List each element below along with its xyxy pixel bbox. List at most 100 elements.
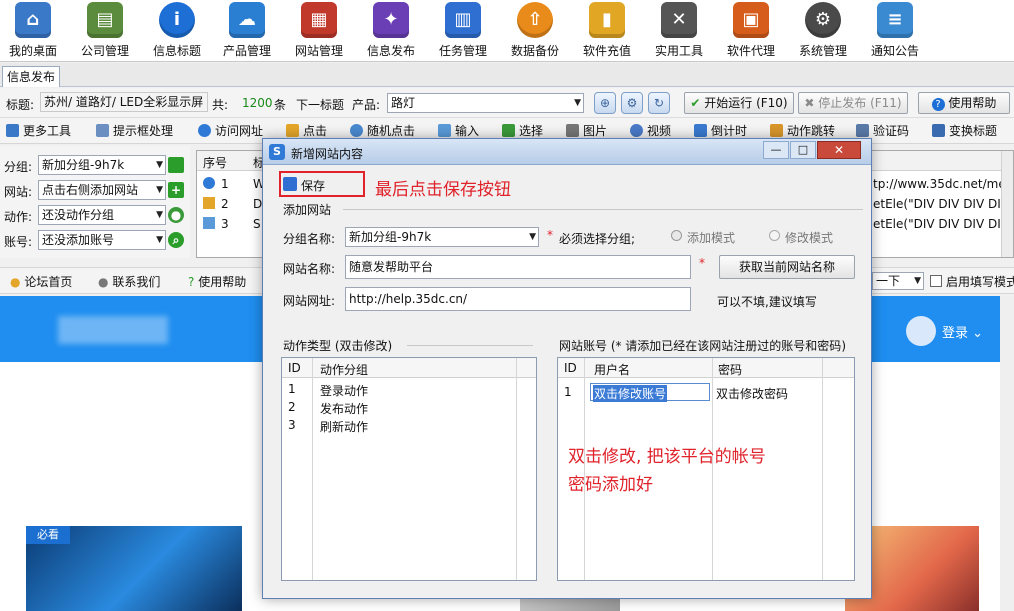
click-button[interactable]: 点击 (286, 122, 327, 139)
info-icon: i (159, 2, 195, 38)
account-legend: 网站账号 (* 请添加已经在该网站注册过的账号和密码) (559, 339, 846, 353)
site-url-input[interactable]: http://help.35dc.cn/ (345, 287, 691, 311)
table-row[interactable]: 3 刷新动作 (282, 416, 536, 434)
table-row[interactable]: 1 登录动作 (282, 380, 536, 398)
fill-mode-checkbox[interactable] (930, 275, 942, 287)
pencil-icon (203, 217, 215, 229)
site-select[interactable]: 点击右侧添加网站 ▼ (38, 180, 166, 200)
toolbar-item-notice[interactable]: ≡ 通知公告 (858, 2, 932, 59)
contact-us-link[interactable]: ● 联系我们 (98, 273, 160, 290)
prompt-handler-button[interactable]: 提示框处理 (96, 122, 173, 139)
hand-icon (203, 197, 215, 209)
fetch-site-name-button[interactable]: 获取当前网站名称 (719, 255, 855, 279)
toolbar-item-desktop[interactable]: ⌂ 我的桌面 (0, 2, 70, 59)
change-title-button[interactable]: 变换标题 (932, 122, 997, 139)
tools-icon: ✕ (661, 2, 697, 38)
stop-publish-label: 停止发布 (F11) (818, 96, 902, 110)
window-icon (96, 124, 109, 137)
chevron-down-icon: ▼ (156, 160, 163, 170)
toolbar-item-recharge[interactable]: ▮ 软件充值 (570, 2, 644, 59)
site-name-input[interactable]: 随意发帮助平台 (345, 255, 691, 279)
search-icon[interactable]: ⌕ (168, 232, 184, 248)
settings-icon[interactable]: ⚙ (621, 92, 643, 114)
visit-url-button[interactable]: 访问网址 (198, 122, 263, 139)
start-run-button[interactable]: ✔ 开始运行 (F10) (684, 92, 794, 114)
action-type-table: ID 动作分组 1 登录动作 2 发布动作 3 刷新动作 (281, 357, 537, 581)
list-scrollbar[interactable] (1001, 151, 1013, 257)
captcha-button[interactable]: 验证码 (856, 122, 909, 139)
contact-icon: ● (98, 275, 109, 289)
cloud-icon: ☁ (229, 2, 265, 38)
add-site-icon[interactable]: + (168, 182, 184, 198)
image-button[interactable]: 图片 (566, 122, 607, 139)
forum-home-link[interactable]: ● 论坛首页 (10, 273, 72, 290)
toolbar-item-system[interactable]: ⚙ 系统管理 (786, 2, 860, 59)
mode-edit-radio[interactable] (769, 230, 780, 241)
next-dropdown[interactable]: 一下 ▼ (872, 272, 924, 290)
app-logo-icon: S (269, 144, 285, 160)
toolbar-item-info-title[interactable]: i 信息标题 (140, 2, 214, 59)
random-click-button[interactable]: 随机点击 (350, 122, 415, 139)
site-logo-blurred (58, 316, 168, 344)
help-link[interactable]: ? 使用帮助 (188, 273, 246, 290)
password-cell[interactable]: 双击修改密码 (716, 385, 788, 402)
tab-info-publish[interactable]: 信息发布 (2, 66, 60, 87)
action-settings-icon[interactable]: ● (168, 207, 184, 223)
close-icon[interactable]: ✕ (817, 141, 861, 159)
minimize-icon[interactable]: — (763, 141, 789, 159)
wrench-icon (6, 124, 19, 137)
toolbar-item-website[interactable]: ▦ 网站管理 (282, 2, 356, 59)
add-icon[interactable]: ⊕ (594, 92, 616, 114)
maximize-icon[interactable]: □ (790, 141, 816, 159)
title-label: 标题: (6, 98, 35, 112)
chevron-down-icon: ▼ (156, 210, 163, 220)
agent-icon: ▣ (733, 2, 769, 38)
site-name-label: 网站名称: (283, 262, 336, 276)
save-hint-annotation: 最后点击保存按钮 (375, 180, 511, 200)
action-jump-button[interactable]: 动作跳转 (770, 122, 835, 139)
folder-icon[interactable] (168, 157, 184, 173)
save-button[interactable]: 保存 (283, 175, 343, 193)
countdown-button[interactable]: 倒计时 (694, 122, 747, 139)
recharge-icon: ▮ (589, 2, 625, 38)
globe-icon (198, 124, 211, 137)
mode-add-label: 添加模式 (687, 231, 736, 245)
site-label: 网站: (4, 185, 33, 199)
table-row[interactable]: 2 发布动作 (282, 398, 536, 416)
account-select[interactable]: 还没添加账号 ▼ (38, 230, 166, 250)
toolbar-item-product[interactable]: ☁ 产品管理 (210, 2, 284, 59)
video-button[interactable]: 视频 (630, 122, 671, 139)
action-select[interactable]: 还没动作分组 ▼ (38, 205, 166, 225)
check-icon: ✔ (690, 96, 701, 110)
dialog-title: 新增网站内容 (291, 147, 364, 161)
backup-icon: ⇧ (517, 2, 553, 38)
save-label: 保存 (301, 179, 326, 193)
refresh-icon[interactable]: ↻ (648, 92, 670, 114)
globe-icon (203, 177, 215, 189)
table-row[interactable]: 1 双击修改账号 双击修改密码 (558, 382, 854, 402)
toolbar-item-backup[interactable]: ⇧ 数据备份 (498, 2, 572, 59)
next-title-link[interactable]: 下一标题 (296, 96, 344, 113)
stop-publish-button[interactable]: ✖ 停止发布 (F11) (798, 92, 908, 114)
avatar[interactable] (906, 316, 936, 346)
mode-add-radio[interactable] (671, 230, 682, 241)
toolbar-item-publish[interactable]: ✦ 信息发布 (354, 2, 428, 59)
toolbar-item-agent[interactable]: ▣ 软件代理 (714, 2, 788, 59)
toolbar-item-tools[interactable]: ✕ 实用工具 (642, 2, 716, 59)
help-button[interactable]: ? 使用帮助 (918, 92, 1010, 114)
web-scrollbar[interactable] (1000, 296, 1014, 611)
toolbar-item-task[interactable]: ▥ 任务管理 (426, 2, 500, 59)
toolbar-item-company[interactable]: ▤ 公司管理 (68, 2, 142, 59)
more-tools-button[interactable]: 更多工具 (6, 122, 71, 139)
select-button[interactable]: 选择 (502, 122, 543, 139)
group-name-select[interactable]: 新加分组-9h7k ▼ (345, 227, 539, 247)
article-thumbnail[interactable]: 必看 (26, 526, 242, 611)
login-link[interactable]: 登录 ⌄ (942, 322, 983, 341)
username-cell-editor[interactable]: 双击修改账号 (590, 383, 710, 402)
group-select[interactable]: 新加分组-9h7k ▼ (38, 155, 166, 175)
title-field[interactable]: 苏州/ 道路灯/ LED全彩显示屏 (40, 92, 208, 112)
fill-mode-label: 启用填写模式 (946, 275, 1014, 289)
input-button[interactable]: 输入 (438, 122, 479, 139)
product-select[interactable]: 路灯 ▼ (387, 93, 584, 113)
hand-icon (286, 124, 299, 137)
